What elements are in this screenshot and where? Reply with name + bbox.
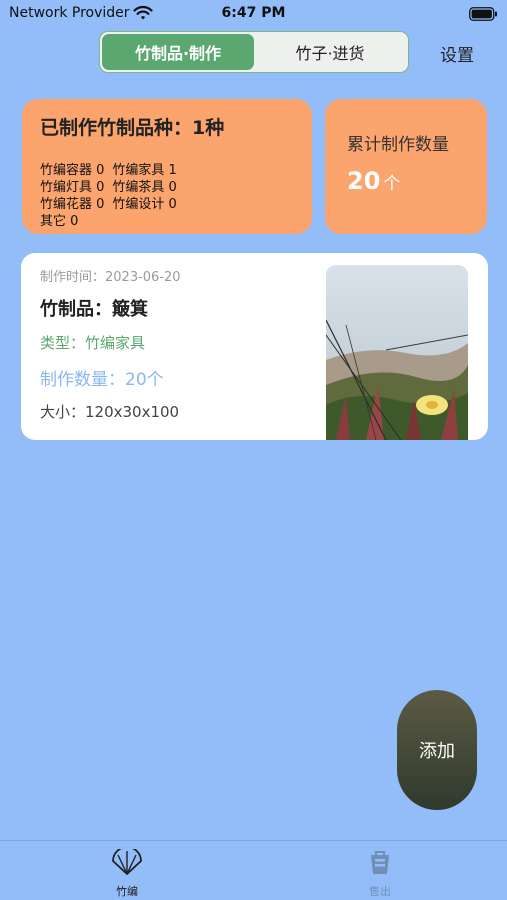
category-count-grid: 竹编容器 0 竹编家具 1 竹编灯具 0 竹编茶具 0 竹编花器 0 竹编设计 … [40,163,177,230]
battery-icon [469,7,497,21]
settings-button[interactable]: 设置 [440,41,474,66]
total-quantity-card: 累计制作数量 20 个 [325,99,487,234]
record-size: 大小：120x30x100 [40,403,180,421]
tab-label-sold: 售出 [369,885,391,898]
tab-bamboo-purchasing[interactable]: 竹子·进货 [254,34,406,70]
record-product-name: 竹制品：簸箕 [40,299,148,320]
bottom-tab-bar: 竹编 售出 [0,840,507,900]
category-count: 竹编家具 1 [112,163,177,178]
category-count: 其它 0 [40,214,79,229]
product-record-card[interactable]: 制作时间：2023-06-20 竹制品：簸箕 类型：竹编家具 制作数量：20个 … [21,253,488,440]
tab-label-weaving: 竹编 [116,885,138,898]
category-count: 竹编花器 0 [40,197,105,212]
tab-bamboo-product-making[interactable]: 竹制品·制作 [102,34,254,70]
add-button[interactable]: 添加 [397,690,477,810]
product-type-count-title: 已制作竹制品种：1种 [40,117,225,139]
bag-icon [371,851,389,874]
total-quantity-unit: 个 [383,174,401,194]
record-type: 类型：竹编家具 [40,334,146,352]
total-quantity-number: 20 [347,167,381,195]
clock: 6:47 PM [221,5,286,21]
product-photo [326,265,468,440]
status-bar: Network Provider 6:47 PM [0,0,507,28]
mode-segmented-control: 竹制品·制作 竹子·进货 [99,31,409,73]
tab-sold[interactable]: 售出 [340,849,420,899]
fan-icon [112,849,142,875]
record-time: 制作时间：2023-06-20 [40,270,181,285]
category-count: 竹编灯具 0 [40,180,105,195]
product-type-summary-card: 已制作竹制品种：1种 竹编容器 0 竹编家具 1 竹编灯具 0 竹编茶具 0 竹… [22,99,312,234]
category-count: 竹编容器 0 [40,163,105,178]
category-count: 竹编设计 0 [112,197,177,212]
category-count: 竹编茶具 0 [112,180,177,195]
total-quantity-value: 20 个 [347,167,400,195]
total-quantity-label: 累计制作数量 [347,135,449,155]
record-quantity: 制作数量：20个 [40,370,164,390]
tab-bamboo-weaving[interactable]: 竹编 [87,849,167,899]
